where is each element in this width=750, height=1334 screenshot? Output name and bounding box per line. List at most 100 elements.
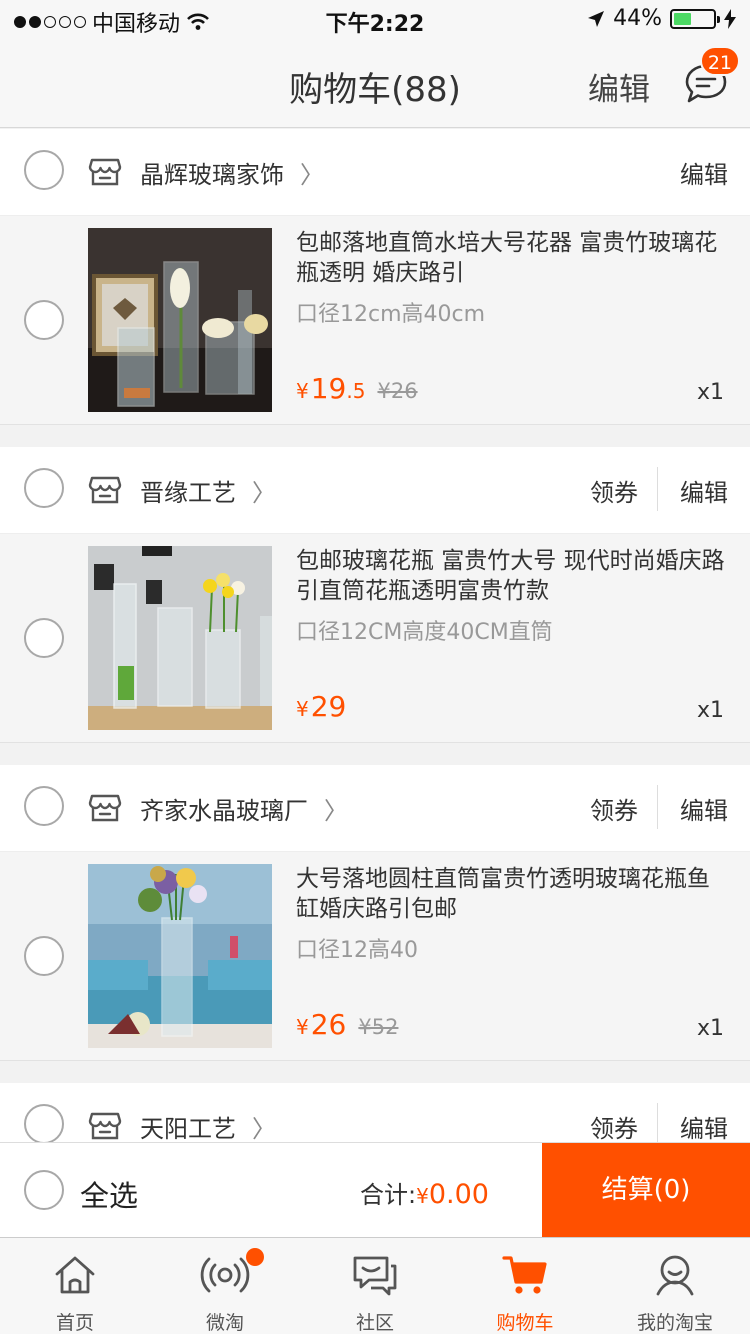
message-badge: 21 [699, 46, 740, 76]
item-select-radio[interactable] [24, 618, 64, 658]
shop-name-link[interactable]: 晶辉玻璃家饰〉 [140, 155, 324, 190]
product-title[interactable]: 包邮玻璃花瓶 富贵竹大号 现代时尚婚庆路引直筒花瓶透明富贵竹款 [296, 546, 726, 606]
notification-dot [246, 1248, 264, 1266]
checkout-button[interactable]: 结算(0) [542, 1143, 750, 1238]
product-image[interactable] [88, 228, 272, 412]
shop-select-radio[interactable] [24, 150, 64, 190]
shop-header: 齐家水晶玻璃厂〉 领券 编辑 [0, 765, 750, 851]
product-image[interactable] [88, 546, 272, 730]
battery-percent: 44% [613, 6, 662, 31]
price-cents: .5 [346, 379, 366, 403]
shop-edit-button[interactable]: 编辑 [680, 1109, 728, 1144]
coupon-button[interactable]: 领券 [590, 473, 638, 508]
tab-home[interactable]: 首页 [0, 1238, 150, 1334]
tab-my-taobao[interactable]: 我的淘宝 [600, 1238, 750, 1334]
chevron-right-icon: 〉 [324, 797, 348, 825]
currency-symbol: ¥ [296, 697, 309, 721]
product-sku: 口径12cm高40cm [296, 302, 486, 327]
shop-select-radio[interactable] [24, 786, 64, 826]
tab-label: 微淘 [205, 1312, 244, 1334]
tab-label: 社区 [355, 1312, 394, 1334]
tab-cart[interactable]: 购物车 [450, 1238, 600, 1334]
currency-symbol: ¥ [296, 1015, 309, 1039]
price-integer: 29 [310, 690, 347, 723]
product-price: ¥29 [296, 690, 346, 723]
product-sku: 口径12高40 [296, 938, 418, 963]
currency-symbol: ¥ [296, 379, 309, 403]
price-integer: 19 [310, 372, 347, 405]
tab-label: 首页 [55, 1312, 94, 1334]
product-title[interactable]: 大号落地圆柱直筒富贵竹透明玻璃花瓶鱼缸婚庆路引包邮 [296, 864, 726, 924]
shop-name: 齐家水晶玻璃厂 [140, 797, 308, 825]
shop-select-radio[interactable] [24, 468, 64, 508]
product-title[interactable]: 包邮落地直筒水培大号花器 富贵竹玻璃花瓶透明 婚庆路引 [296, 228, 726, 288]
store-icon [88, 158, 122, 186]
broadcast-icon [200, 1257, 250, 1293]
cart-item[interactable]: 大号落地圆柱直筒富贵竹透明玻璃花瓶鱼缸婚庆路引包邮 口径12高40 ¥26 ¥52… [0, 851, 750, 1061]
total-label: 合计: [360, 1181, 417, 1209]
select-all-radio[interactable] [24, 1170, 64, 1210]
home-icon [55, 1256, 95, 1294]
product-sku: 口径12CM高度40CM直筒 [296, 620, 553, 645]
select-all-label[interactable]: 全选 [80, 1173, 138, 1215]
shop-group: 晶辉玻璃家饰〉 编辑 包邮落地直筒水培大号花器 富贵竹玻璃花瓶透明 婚庆路引 口… [0, 129, 750, 425]
charging-bolt-icon [724, 8, 736, 29]
shop-name-link[interactable]: 齐家水晶玻璃厂〉 [140, 791, 348, 826]
shop-name: 晋缘工艺 [140, 479, 236, 507]
product-quantity: x1 [696, 380, 724, 405]
shop-name: 天阳工艺 [140, 1115, 236, 1143]
item-select-radio[interactable] [24, 300, 64, 340]
profile-icon [656, 1255, 694, 1296]
product-price: ¥19.5 ¥26 [296, 372, 418, 405]
tab-label: 购物车 [496, 1312, 554, 1334]
coupon-button[interactable]: 领券 [590, 1109, 638, 1144]
store-icon [88, 476, 122, 504]
cart-shop-list: 晶辉玻璃家饰〉 编辑 包邮落地直筒水培大号花器 富贵竹玻璃花瓶透明 婚庆路引 口… [0, 129, 750, 1191]
store-icon [88, 794, 122, 822]
battery-icon [670, 8, 720, 29]
shop-name-link[interactable]: 晋缘工艺〉 [140, 473, 276, 508]
shop-edit-button[interactable]: 编辑 [680, 155, 728, 190]
shop-header: 晋缘工艺〉 领券 编辑 [0, 447, 750, 533]
shop-select-radio[interactable] [24, 1104, 64, 1144]
chevron-right-icon: 〉 [252, 479, 276, 507]
tab-community[interactable]: 社区 [300, 1238, 450, 1334]
cart-icon [502, 1256, 547, 1294]
status-bar: 中国移动 下午2:22 44% [0, 0, 750, 40]
edit-cart-button[interactable]: 编辑 [588, 64, 650, 109]
divider [657, 785, 658, 829]
product-quantity: x1 [696, 698, 724, 723]
location-arrow-icon [588, 10, 605, 27]
coupon-button[interactable]: 领券 [590, 791, 638, 826]
shop-edit-button[interactable]: 编辑 [680, 791, 728, 826]
shop-group: 齐家水晶玻璃厂〉 领券 编辑 大号落地圆柱直筒富贵竹透明玻璃花瓶鱼缸婚庆路引包邮… [0, 765, 750, 1061]
price-integer: 26 [310, 1008, 347, 1041]
item-select-radio[interactable] [24, 936, 64, 976]
checkout-bar: 全选 合计:¥0.00 结算(0) [0, 1142, 750, 1238]
tab-weitao[interactable]: 微淘 [150, 1238, 300, 1334]
product-price: ¥26 ¥52 [296, 1008, 398, 1041]
cart-item[interactable]: 包邮玻璃花瓶 富贵竹大号 现代时尚婚庆路引直筒花瓶透明富贵竹款 口径12CM高度… [0, 533, 750, 743]
shop-group: 晋缘工艺〉 领券 编辑 包邮玻璃花瓶 富贵竹大号 现代时尚婚庆路引直筒花瓶透明富… [0, 447, 750, 743]
total-price: 合计:¥0.00 [360, 1175, 489, 1210]
battery-fill [674, 12, 691, 25]
tab-bar: 首页 微淘 社区 购物车 我的淘宝 [0, 1237, 750, 1334]
tab-label: 我的淘宝 [636, 1312, 713, 1334]
chevron-right-icon: 〉 [252, 1115, 276, 1143]
divider [657, 1103, 658, 1147]
currency-symbol: ¥ [416, 1184, 429, 1208]
total-value: 0.00 [428, 1179, 489, 1210]
product-quantity: x1 [696, 1016, 724, 1041]
original-price: ¥26 [377, 379, 418, 403]
shop-name-link[interactable]: 天阳工艺〉 [140, 1109, 276, 1144]
shop-name: 晶辉玻璃家饰 [140, 161, 284, 189]
shop-edit-button[interactable]: 编辑 [680, 473, 728, 508]
product-image[interactable] [88, 864, 272, 1048]
cart-item[interactable]: 包邮落地直筒水培大号花器 富贵竹玻璃花瓶透明 婚庆路引 口径12cm高40cm … [0, 215, 750, 425]
nav-bar: 购物车(88) 编辑 21 [0, 40, 750, 128]
divider [657, 467, 658, 511]
community-chat-icon [353, 1256, 397, 1296]
total-amount: ¥0.00 [416, 1179, 489, 1210]
store-icon [88, 1112, 122, 1140]
chevron-right-icon: 〉 [300, 161, 324, 189]
